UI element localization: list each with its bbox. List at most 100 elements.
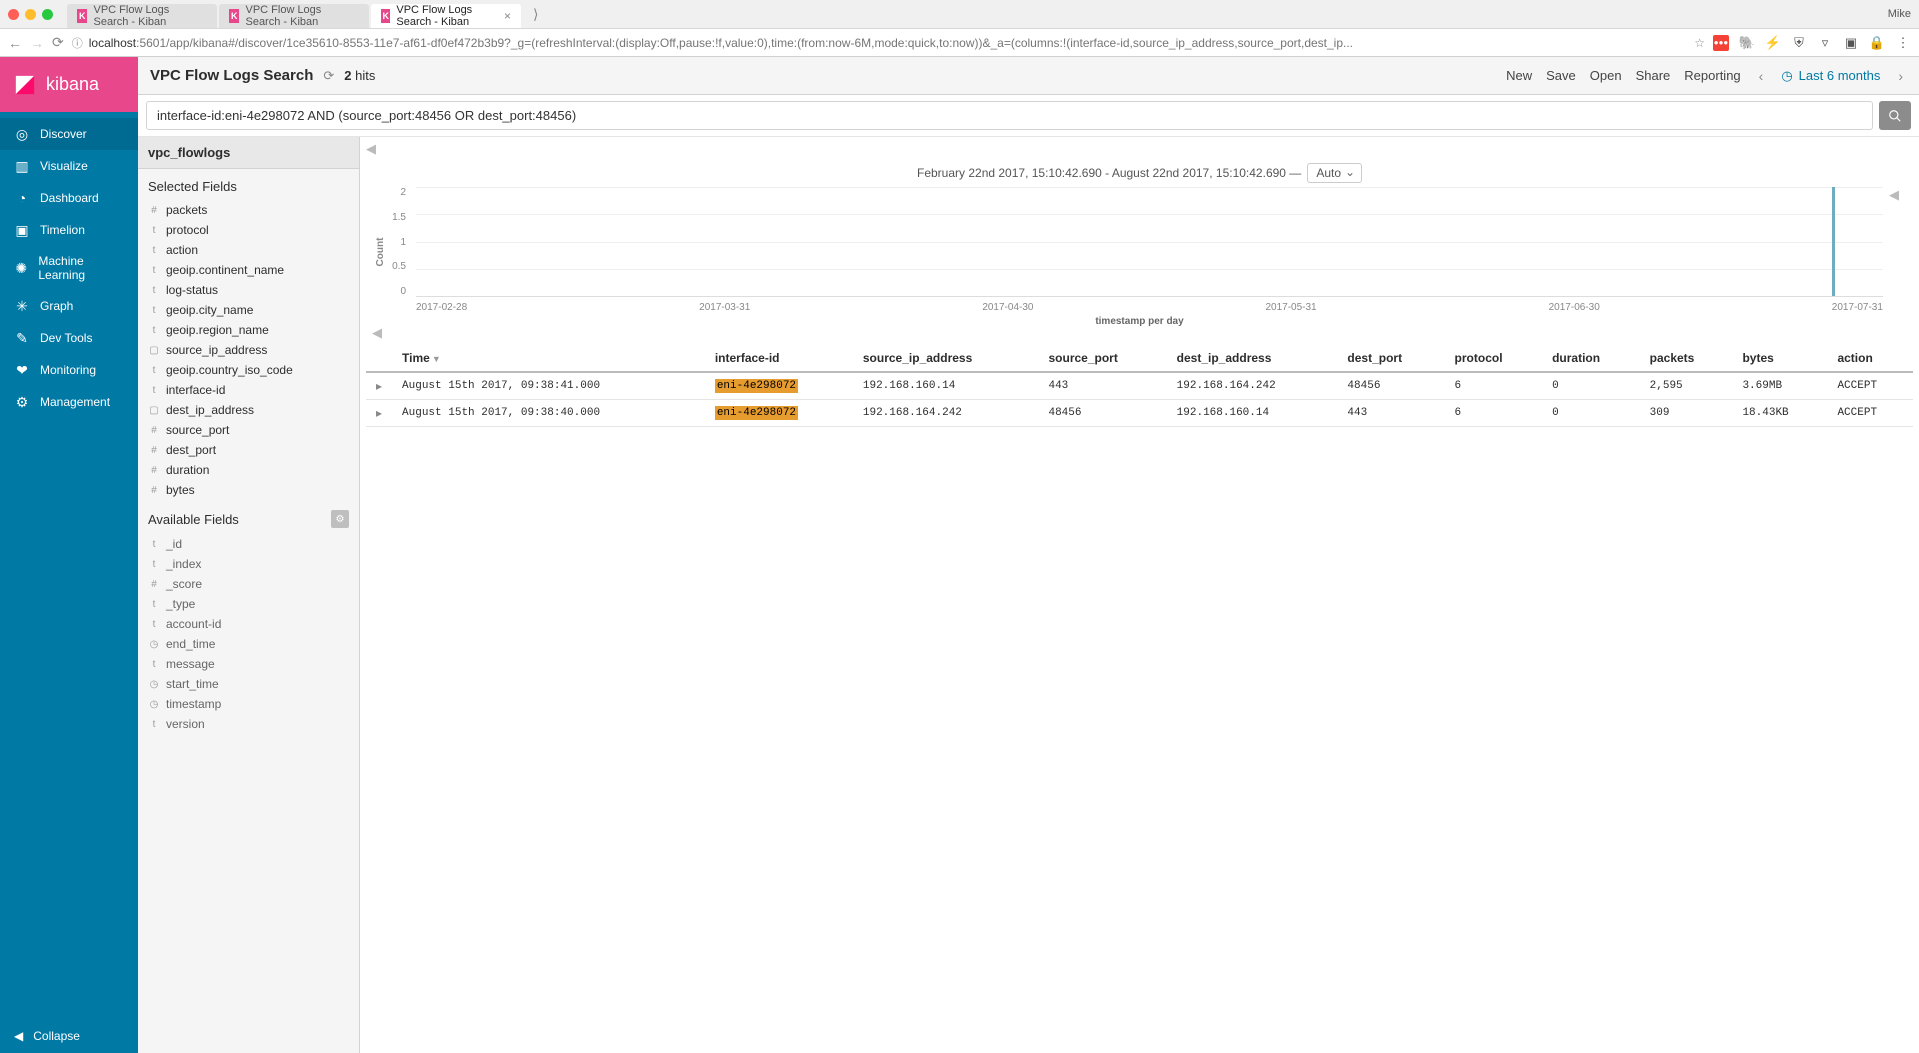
info-icon[interactable]: ⓘ — [72, 35, 83, 51]
open-action[interactable]: Open — [1590, 68, 1622, 83]
cell-bytes: 3.69MB — [1732, 372, 1827, 400]
time-prev-button[interactable]: ‹ — [1755, 68, 1768, 84]
browser-tabs: K VPC Flow Logs Search - Kiban K VPC Flo… — [67, 0, 521, 28]
share-action[interactable]: Share — [1636, 68, 1671, 83]
star-icon[interactable]: ☆ — [1694, 36, 1705, 50]
browser-tab-active[interactable]: K VPC Flow Logs Search - Kiban × — [371, 4, 521, 28]
kibana-side-nav: kibana ◎Discover ▥Visualize ◔Dashboard ▣… — [0, 57, 138, 1053]
field-item--index[interactable]: t_index — [138, 554, 359, 574]
time-next-button[interactable]: › — [1894, 68, 1907, 84]
nav-discover[interactable]: ◎Discover — [0, 118, 138, 150]
expand-row-toggle[interactable]: ▸ — [366, 400, 392, 427]
field-filter-gear-icon[interactable]: ⚙ — [331, 510, 349, 528]
minimize-window-icon[interactable] — [25, 9, 36, 20]
nav-visualize[interactable]: ▥Visualize — [0, 150, 138, 182]
shield-ext-icon[interactable]: ⛨ — [1791, 35, 1807, 51]
browser-tab[interactable]: K VPC Flow Logs Search - Kiban — [219, 4, 369, 28]
field-item-dest-port[interactable]: #dest_port — [138, 440, 359, 460]
cell-duration: 0 — [1542, 372, 1640, 400]
field-item-message[interactable]: tmessage — [138, 654, 359, 674]
app-ext-icon[interactable]: ▣ — [1843, 35, 1859, 51]
back-button[interactable]: ← — [8, 35, 22, 51]
collapse-icon: ◀ — [14, 1029, 23, 1043]
nav-monitoring[interactable]: ❤Monitoring — [0, 354, 138, 386]
close-window-icon[interactable] — [8, 9, 19, 20]
col-header-bytes[interactable]: bytes — [1732, 345, 1827, 372]
col-header-dest-ip[interactable]: dest_ip_address — [1167, 345, 1338, 372]
field-item-version[interactable]: tversion — [138, 714, 359, 734]
col-header-source-port[interactable]: source_port — [1038, 345, 1166, 372]
field-item-timestamp[interactable]: ◷timestamp — [138, 694, 359, 714]
field-item-source-port[interactable]: #source_port — [138, 420, 359, 440]
col-header-dest-port[interactable]: dest_port — [1337, 345, 1444, 372]
field-item-start-time[interactable]: ◷start_time — [138, 674, 359, 694]
browser-tab[interactable]: K VPC Flow Logs Search - Kiban — [67, 4, 217, 28]
discover-icon: ◎ — [14, 126, 30, 142]
field-item--id[interactable]: t_id — [138, 534, 359, 554]
col-header-time[interactable]: Time▼ — [392, 345, 705, 372]
field-item-duration[interactable]: #duration — [138, 460, 359, 480]
field-item-geoip-region-name[interactable]: tgeoip.region_name — [138, 320, 359, 340]
nav-timelion[interactable]: ▣Timelion — [0, 214, 138, 246]
nav-management[interactable]: ⚙Management — [0, 386, 138, 418]
field-item--type[interactable]: t_type — [138, 594, 359, 614]
field-item-source-ip-address[interactable]: ▢source_ip_address — [138, 340, 359, 360]
index-pattern-selector[interactable]: vpc_flowlogs — [138, 137, 359, 169]
col-header-duration[interactable]: duration — [1542, 345, 1640, 372]
field-item-geoip-continent-name[interactable]: tgeoip.continent_name — [138, 260, 359, 280]
field-item-dest-ip-address[interactable]: ▢dest_ip_address — [138, 400, 359, 420]
field-item-account-id[interactable]: taccount-id — [138, 614, 359, 634]
new-action[interactable]: New — [1506, 68, 1532, 83]
save-action[interactable]: Save — [1546, 68, 1576, 83]
field-name-label: start_time — [166, 677, 219, 691]
menu-icon[interactable]: ⋮ — [1895, 35, 1911, 51]
evernote-ext-icon[interactable]: 🐘 — [1739, 35, 1755, 51]
reload-button[interactable]: ⟳ — [52, 34, 64, 51]
nav-graph[interactable]: ✳Graph — [0, 290, 138, 322]
pocket-ext-icon[interactable]: ▿ — [1817, 35, 1833, 51]
field-name-label: duration — [166, 463, 209, 477]
reporting-action[interactable]: Reporting — [1684, 68, 1740, 83]
nav-collapse-button[interactable]: ◀ Collapse — [0, 1019, 138, 1053]
nav-machine-learning[interactable]: ✺Machine Learning — [0, 246, 138, 290]
field-item-interface-id[interactable]: tinterface-id — [138, 380, 359, 400]
maximize-window-icon[interactable] — [42, 9, 53, 20]
nav-dashboard[interactable]: ◔Dashboard — [0, 182, 138, 214]
search-button[interactable] — [1879, 101, 1911, 130]
col-header-source-ip[interactable]: source_ip_address — [853, 345, 1039, 372]
nav-devtools[interactable]: ✎Dev Tools — [0, 322, 138, 354]
histogram-bar[interactable] — [1832, 187, 1835, 296]
field-type-icon: ▢ — [148, 345, 160, 356]
field-item-geoip-country-iso-code[interactable]: tgeoip.country_iso_code — [138, 360, 359, 380]
field-item-log-status[interactable]: tlog-status — [138, 280, 359, 300]
field-type-icon: t — [148, 385, 160, 396]
field-item-geoip-city-name[interactable]: tgeoip.city_name — [138, 300, 359, 320]
forward-button[interactable]: → — [30, 35, 44, 51]
sidebar-collapse-icon[interactable]: ◀ — [360, 137, 382, 161]
close-tab-icon[interactable]: × — [504, 9, 511, 23]
ext-icon[interactable]: ●●● — [1713, 35, 1729, 51]
url-bar[interactable]: ⓘ localhost:5601/app/kibana#/discover/1c… — [72, 35, 1705, 51]
bolt-ext-icon[interactable]: ⚡ — [1765, 35, 1781, 51]
chart-brush-handle-icon[interactable]: ◀ — [1889, 187, 1899, 203]
histogram-chart[interactable]: Count 2 1.5 1 0.5 0 ◀ — [360, 187, 1919, 317]
col-header-protocol[interactable]: protocol — [1445, 345, 1543, 372]
time-picker[interactable]: ◷ Last 6 months — [1781, 68, 1880, 84]
new-tab-button[interactable]: ⟩ — [527, 6, 544, 23]
kibana-logo[interactable]: kibana — [0, 57, 138, 112]
col-header-interface-id[interactable]: interface-id — [705, 345, 853, 372]
query-input[interactable] — [146, 101, 1873, 130]
browser-user-label[interactable]: Mike — [1888, 8, 1911, 20]
field-item-action[interactable]: taction — [138, 240, 359, 260]
interval-select[interactable]: Auto — [1307, 163, 1362, 183]
field-item-packets[interactable]: #packets — [138, 200, 359, 220]
browser-nav-bar: ← → ⟳ ⓘ localhost:5601/app/kibana#/disco… — [0, 28, 1919, 56]
field-item-end-time[interactable]: ◷end_time — [138, 634, 359, 654]
field-item-bytes[interactable]: #bytes — [138, 480, 359, 500]
field-item-protocol[interactable]: tprotocol — [138, 220, 359, 240]
col-header-action[interactable]: action — [1827, 345, 1913, 372]
expand-row-toggle[interactable]: ▸ — [366, 372, 392, 400]
field-item--score[interactable]: #_score — [138, 574, 359, 594]
lastpass-ext-icon[interactable]: 🔒 — [1869, 35, 1885, 51]
col-header-packets[interactable]: packets — [1640, 345, 1733, 372]
